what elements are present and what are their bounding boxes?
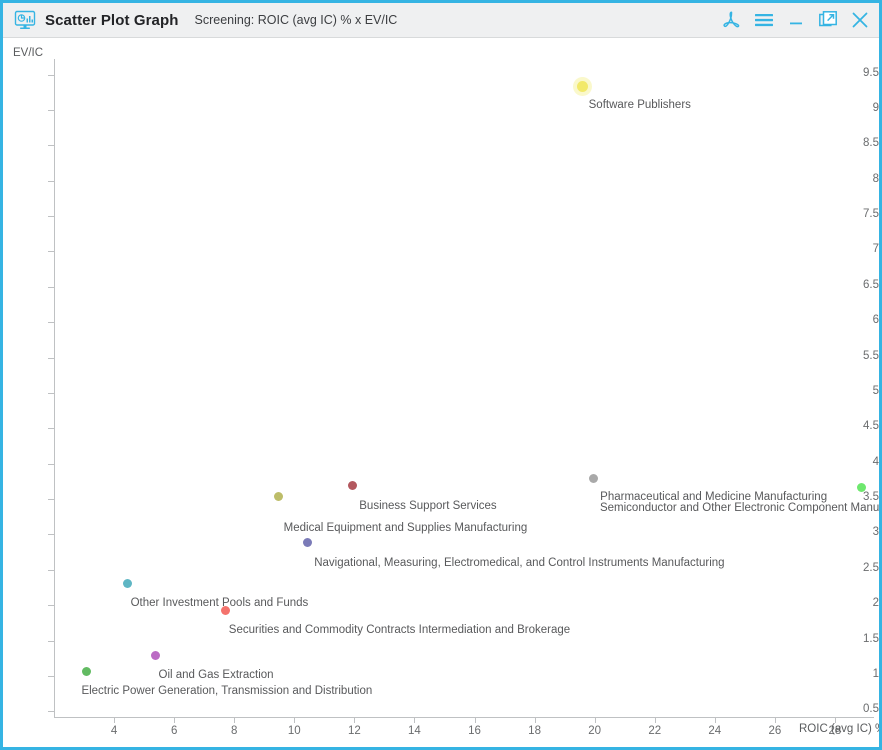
scatter-point-label: Securities and Commodity Contracts Inter… <box>228 624 571 637</box>
menu-icon[interactable] <box>754 10 773 30</box>
x-axis-tick <box>414 717 416 723</box>
y-axis-tick <box>48 534 54 536</box>
y-axis-tick <box>48 675 54 677</box>
x-axis-tick-label: 8 <box>231 725 238 737</box>
x-axis-tick <box>594 717 596 723</box>
y-axis-tick <box>48 145 54 147</box>
x-axis-tick-label: 6 <box>170 725 178 737</box>
scatter-point-label: Other Investment Pools and Funds <box>130 597 309 610</box>
chart-monitor-icon <box>13 9 37 31</box>
x-axis-tick-label: 20 <box>588 725 602 737</box>
y-axis-tick-label: 5 <box>872 384 879 397</box>
x-axis-tick-label: 26 <box>768 725 782 737</box>
x-axis-tick <box>474 717 476 723</box>
popout-icon[interactable] <box>818 10 837 30</box>
y-axis-tick-label: 9 <box>872 101 879 114</box>
scatter-point-label: Oil and Gas Extraction <box>158 669 274 682</box>
x-axis-tick <box>354 717 356 723</box>
y-axis-tick-label: 8 <box>872 172 879 185</box>
y-axis-tick <box>48 216 54 218</box>
y-axis-tick <box>48 499 54 501</box>
y-axis-tick-label: 1.5 <box>863 632 879 645</box>
y-axis-tick <box>48 605 54 607</box>
x-axis-tick-label: 24 <box>708 725 722 737</box>
scatter-point-label: Navigational, Measuring, Electromedical,… <box>314 556 725 569</box>
scatter-point[interactable] <box>221 605 231 615</box>
scatter-point[interactable] <box>151 650 161 660</box>
window-titlebar: Scatter Plot Graph Screening: ROIC (avg … <box>3 3 879 38</box>
screening-subtitle: Screening: ROIC (avg IC) % x EV/IC <box>194 13 398 27</box>
y-axis-tick <box>48 357 54 359</box>
scatter-point-label: Electric Power Generation, Transmission … <box>81 685 373 697</box>
scatter-point[interactable] <box>81 666 91 676</box>
x-axis-tick <box>774 717 776 723</box>
y-axis-tick-label: 6.5 <box>863 278 879 291</box>
scatter-plot-canvas[interactable]: EV/IC 0.5 1 1.5 2 2.5 3 3.5 4 4.5 5 5.5 6 6.5 7 7.5 8 8.… <box>3 39 879 747</box>
x-axis-tick-label: 12 <box>347 725 361 737</box>
y-axis-tick-label: 1 <box>872 667 879 680</box>
scatter-point-label: Medical Equipment and Supplies Manufactu… <box>283 521 528 534</box>
y-axis-tick <box>48 251 54 253</box>
y-axis-tick <box>48 74 54 76</box>
y-axis-tick <box>48 109 54 111</box>
scatter-point-label: Semiconductor and Other Electronic Compo… <box>599 501 880 514</box>
y-axis-tick-label: 9.5 <box>863 66 879 79</box>
scatter-point[interactable] <box>588 474 598 484</box>
x-axis-tick-label: 4 <box>110 725 118 737</box>
y-axis-tick-label: 5.5 <box>863 349 879 362</box>
y-axis-tick <box>48 463 54 465</box>
y-axis-tick <box>48 180 54 182</box>
y-axis-tick <box>48 569 54 571</box>
x-axis-tick <box>714 717 716 723</box>
scatter-point[interactable] <box>347 481 357 491</box>
scatter-point[interactable] <box>274 492 284 502</box>
pdf-export-icon[interactable] <box>722 10 741 30</box>
y-axis-tick <box>48 640 54 642</box>
scatter-point-label: Pharmaceutical and Medicine Manufacturin… <box>600 490 828 503</box>
scatter-point[interactable] <box>302 538 312 548</box>
y-axis-tick-label: 2 <box>872 597 879 610</box>
y-axis-tick <box>48 322 54 324</box>
y-axis-tick-label: 7.5 <box>863 208 879 221</box>
x-axis-tick <box>234 717 236 723</box>
minimize-icon[interactable] <box>786 10 805 30</box>
y-axis-tick-label: 8.5 <box>863 137 879 150</box>
x-axis-tick-label: 16 <box>468 725 481 737</box>
y-axis-tick-label: 7 <box>872 243 879 256</box>
scatter-point[interactable] <box>577 81 589 93</box>
x-axis-line <box>54 717 874 718</box>
scatter-point[interactable] <box>123 578 133 588</box>
titlebar-actions <box>722 10 869 30</box>
x-axis-tick-label: 18 <box>528 725 541 737</box>
y-axis-tick-label: 6 <box>872 314 879 327</box>
y-axis-tick <box>48 428 54 430</box>
y-axis-tick <box>48 286 54 288</box>
x-axis-tick <box>534 717 536 723</box>
x-axis-tick-label: 14 <box>408 725 421 737</box>
scatter-point-label: Software Publishers <box>588 98 691 111</box>
x-axis-tick <box>654 717 656 723</box>
x-axis-tick <box>114 717 116 723</box>
y-axis-tick-label: 3 <box>872 526 879 539</box>
y-axis-tick-label: 4 <box>872 455 879 468</box>
y-axis-line <box>54 59 55 717</box>
y-axis-tick-label: 0.5 <box>863 703 879 716</box>
x-axis-tick-label: 22 <box>648 725 662 737</box>
x-axis-tick <box>294 717 296 723</box>
x-axis-title: ROIC (avg IC) % <box>799 723 882 735</box>
y-axis-title: EV/IC <box>13 47 44 59</box>
y-axis-tick <box>48 392 54 394</box>
scatter-point-label: Business Support Services <box>359 499 497 512</box>
page-title: Scatter Plot Graph <box>45 11 179 29</box>
y-axis-tick-label: 2.5 <box>863 561 879 574</box>
x-axis-tick <box>174 717 176 723</box>
y-axis-tick <box>48 711 54 713</box>
scatter-plot-window: Scatter Plot Graph Screening: ROIC (avg … <box>0 0 882 750</box>
y-axis-tick-label: 4.5 <box>863 420 879 433</box>
x-axis-tick-label: 10 <box>287 725 301 737</box>
close-icon[interactable] <box>850 10 869 30</box>
